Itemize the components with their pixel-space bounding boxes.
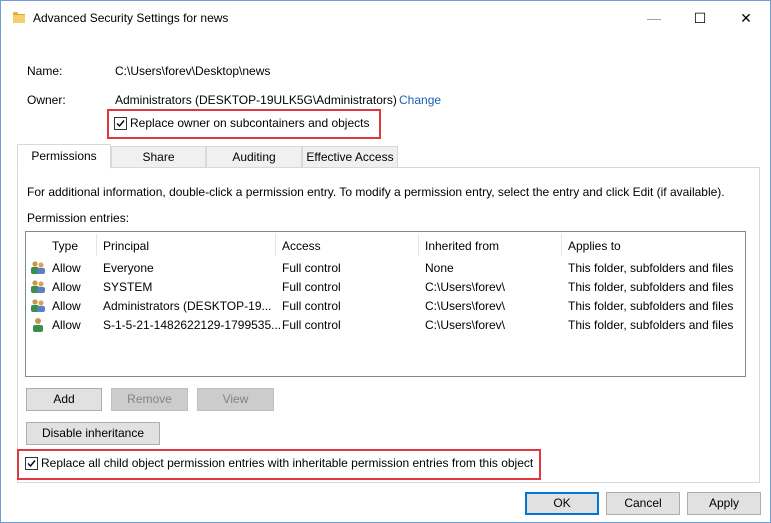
- row-applies-to: This folder, subfolders and files: [568, 280, 734, 294]
- row-applies-to: This folder, subfolders and files: [568, 299, 734, 313]
- maximize-button[interactable]: ☐: [677, 1, 723, 35]
- ok-button[interactable]: OK: [525, 492, 599, 515]
- column-header-type[interactable]: Type: [52, 239, 78, 253]
- column-header-access[interactable]: Access: [282, 239, 321, 253]
- row-inherited-from: None: [425, 261, 454, 275]
- column-header-inherited-from[interactable]: Inherited from: [425, 239, 499, 253]
- owner-label: Owner:: [27, 93, 66, 107]
- name-value: C:\Users\forev\Desktop\news: [115, 64, 271, 78]
- view-button[interactable]: View: [197, 388, 274, 411]
- row-principal: Everyone: [103, 261, 154, 275]
- tab-effective-access[interactable]: Effective Access: [302, 146, 398, 168]
- table-row[interactable]: Allow S-1-5-21-1482622129-1799535... Ful…: [26, 315, 745, 334]
- row-type: Allow: [52, 280, 81, 294]
- column-divider[interactable]: [561, 234, 562, 256]
- permission-entries-label: Permission entries:: [27, 211, 130, 225]
- tab-share[interactable]: Share: [111, 146, 206, 168]
- row-applies-to: This folder, subfolders and files: [568, 261, 734, 275]
- column-divider[interactable]: [418, 234, 419, 256]
- owner-value: Administrators (DESKTOP-19ULK5G\Administ…: [115, 93, 397, 107]
- row-inherited-from: C:\Users\forev\: [425, 318, 506, 332]
- row-applies-to: This folder, subfolders and files: [568, 318, 734, 332]
- row-access: Full control: [282, 261, 341, 275]
- single-user-icon: [33, 318, 43, 332]
- row-type: Allow: [52, 261, 81, 275]
- row-type: Allow: [52, 318, 81, 332]
- replace-owner-checkbox[interactable]: [114, 117, 127, 130]
- permission-entries-list[interactable]: Type Principal Access Inherited from App…: [25, 231, 746, 377]
- folder-icon: [13, 12, 25, 23]
- window-title: Advanced Security Settings for news: [33, 11, 229, 25]
- tab-auditing[interactable]: Auditing: [206, 146, 302, 168]
- change-owner-link[interactable]: Change: [399, 93, 441, 107]
- group-users-icon: [31, 280, 45, 293]
- title-bar[interactable]: Advanced Security Settings for news — ☐ …: [1, 1, 770, 35]
- advanced-security-settings-window: Advanced Security Settings for news — ☐ …: [0, 0, 771, 523]
- table-row[interactable]: Allow Everyone Full control None This fo…: [26, 258, 745, 277]
- row-inherited-from: C:\Users\forev\: [425, 280, 506, 294]
- tab-permissions[interactable]: Permissions: [17, 144, 111, 169]
- column-header-applies-to[interactable]: Applies to: [568, 239, 621, 253]
- apply-button[interactable]: Apply: [687, 492, 761, 515]
- column-header-principal[interactable]: Principal: [103, 239, 149, 253]
- row-access: Full control: [282, 299, 341, 313]
- row-inherited-from: C:\Users\forev\: [425, 299, 506, 313]
- row-access: Full control: [282, 280, 341, 294]
- column-divider[interactable]: [96, 234, 97, 256]
- replace-child-permissions-label[interactable]: Replace all child object permission entr…: [41, 456, 533, 470]
- close-button[interactable]: ✕: [723, 1, 769, 35]
- table-row[interactable]: Allow SYSTEM Full control C:\Users\forev…: [26, 277, 745, 296]
- row-principal: Administrators (DESKTOP-19...: [103, 299, 272, 313]
- name-label: Name:: [27, 64, 63, 78]
- replace-owner-label[interactable]: Replace owner on subcontainers and objec…: [130, 116, 369, 130]
- row-access: Full control: [282, 318, 341, 332]
- row-principal: S-1-5-21-1482622129-1799535...: [103, 318, 282, 332]
- permissions-info-text: For additional information, double-click…: [27, 185, 725, 199]
- row-type: Allow: [52, 299, 81, 313]
- group-users-icon: [31, 261, 45, 274]
- remove-button[interactable]: Remove: [111, 388, 188, 411]
- minimize-button[interactable]: —: [631, 1, 677, 35]
- add-button[interactable]: Add: [26, 388, 102, 411]
- checkmark-icon: [116, 120, 125, 128]
- disable-inheritance-button[interactable]: Disable inheritance: [26, 422, 160, 445]
- cancel-button[interactable]: Cancel: [606, 492, 680, 515]
- checkmark-icon: [27, 460, 36, 468]
- group-users-icon: [31, 299, 45, 312]
- column-divider[interactable]: [275, 234, 276, 256]
- row-principal: SYSTEM: [103, 280, 153, 294]
- replace-child-permissions-checkbox[interactable]: [25, 457, 38, 470]
- table-row[interactable]: Allow Administrators (DESKTOP-19... Full…: [26, 296, 745, 315]
